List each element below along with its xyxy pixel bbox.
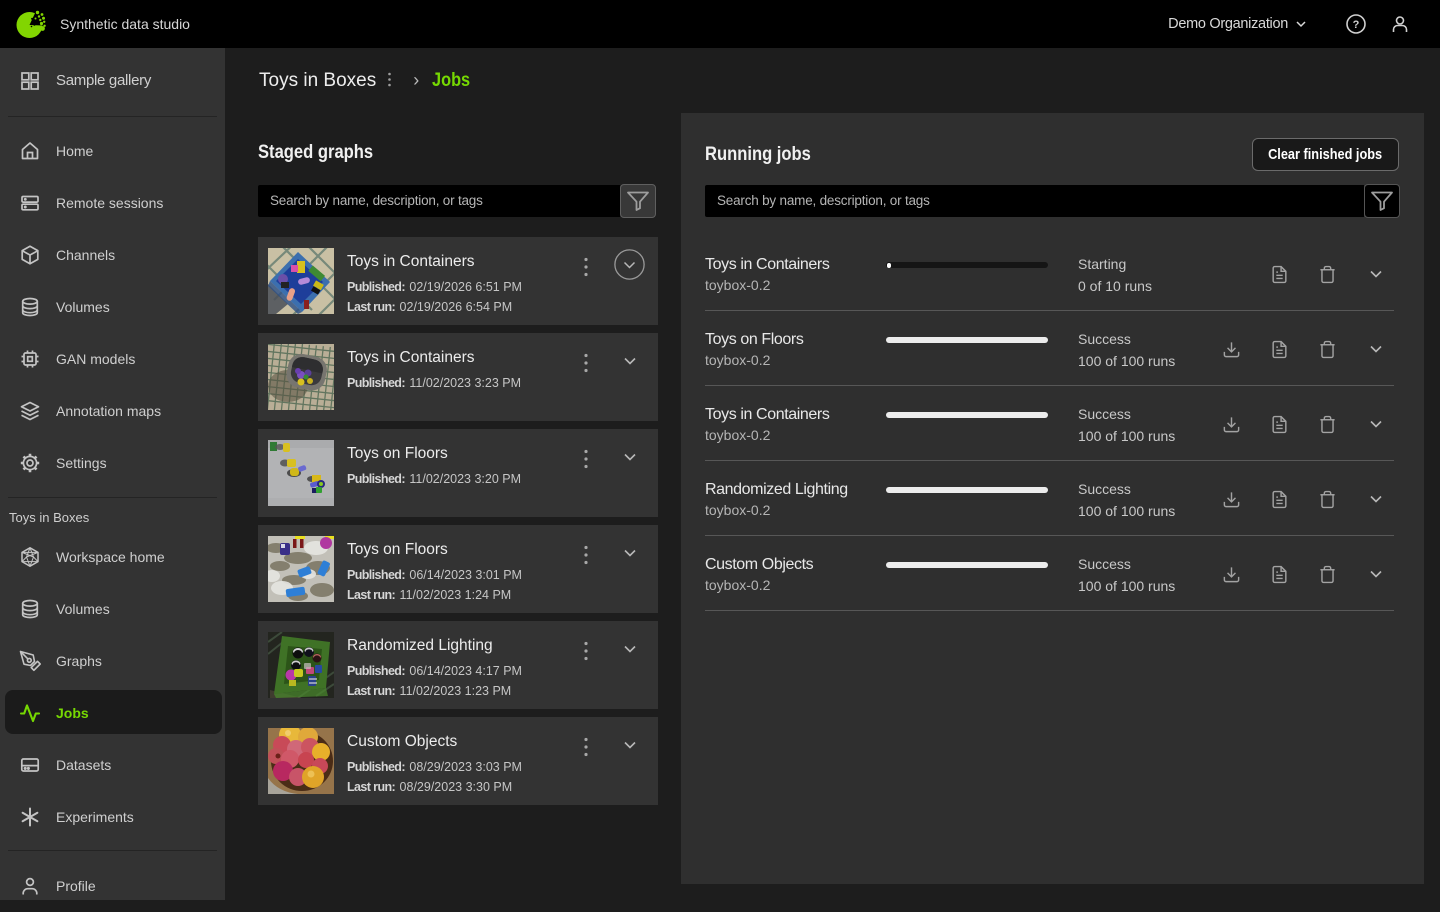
svg-text:?: ? bbox=[1353, 19, 1360, 31]
